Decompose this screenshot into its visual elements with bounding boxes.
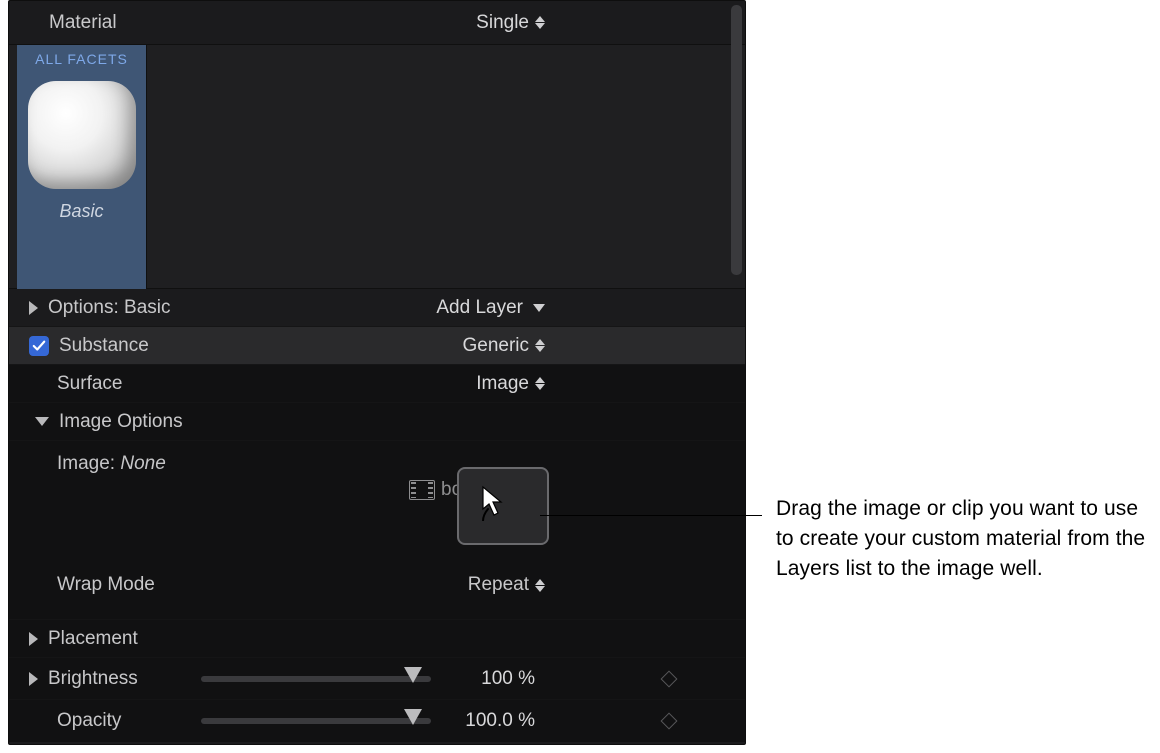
wrap-mode-row: Wrap Mode Repeat [9, 565, 745, 605]
substance-value-text: Generic [462, 335, 529, 357]
cursor-icon [477, 485, 509, 526]
material-value-select[interactable]: Single [476, 12, 545, 34]
brightness-label: Brightness [48, 668, 138, 690]
add-layer-menu[interactable]: Add Layer [436, 297, 545, 319]
image-well-row: Image: None [9, 441, 745, 475]
material-row: Material Single [9, 1, 745, 45]
material-value-text: Single [476, 12, 529, 34]
surface-value-text: Image [476, 373, 529, 395]
slider-thumb-icon[interactable] [404, 709, 422, 725]
slider-thumb-icon[interactable] [404, 667, 422, 683]
callout-text: Drag the image or clip you want to use t… [776, 494, 1146, 583]
disclosure-right-icon[interactable] [29, 301, 38, 315]
keyframe-icon[interactable] [661, 670, 678, 687]
updown-icon [535, 16, 545, 29]
facet-preview-icon [28, 81, 136, 189]
substance-label: Substance [59, 335, 149, 357]
substance-row: Substance Generic [9, 327, 745, 365]
substance-checkbox[interactable] [29, 336, 49, 356]
opacity-row: Opacity 100.0 % [9, 700, 745, 742]
surface-value-select[interactable]: Image [476, 373, 545, 395]
surface-row: Surface Image [9, 365, 745, 403]
scroll-thumb[interactable] [731, 5, 742, 275]
substance-value-select[interactable]: Generic [462, 335, 545, 357]
updown-icon [535, 377, 545, 390]
image-value-none: None [120, 453, 165, 474]
surface-label: Surface [57, 373, 122, 395]
callout-leader-line [540, 515, 762, 516]
wrap-mode-select[interactable]: Repeat [468, 574, 545, 596]
facet-thumb-selected[interactable]: ALL FACETS Basic [17, 45, 147, 289]
image-options-row: Image Options [9, 403, 745, 441]
options-row: Options: Basic Add Layer [9, 289, 745, 327]
keyframe-icon[interactable] [661, 713, 678, 730]
facet-area: ALL FACETS Basic [9, 45, 745, 289]
image-label-group: Image: None [57, 453, 166, 475]
placement-row: Placement [9, 620, 745, 658]
inspector-panel: Material Single ALL FACETS Basic Options… [8, 0, 746, 745]
disclosure-down-icon[interactable] [35, 417, 49, 426]
updown-icon [535, 579, 545, 592]
wrap-mode-value-text: Repeat [468, 574, 529, 596]
image-options-label: Image Options [59, 411, 183, 433]
wrap-mode-label: Wrap Mode [57, 574, 155, 596]
placement-label: Placement [48, 628, 138, 650]
facet-tab-label: ALL FACETS [17, 45, 146, 71]
opacity-label: Opacity [57, 710, 121, 732]
disclosure-right-icon[interactable] [29, 672, 38, 686]
add-layer-label: Add Layer [436, 297, 523, 319]
brightness-value[interactable]: 100 % [481, 668, 535, 690]
options-label: Options: Basic [48, 297, 171, 319]
image-label-text: Image: [57, 453, 115, 474]
image-options-body: Image: None bozeman Wrap Mode R [9, 441, 745, 620]
updown-icon [535, 339, 545, 352]
chevron-down-icon [533, 304, 545, 312]
material-label: Material [49, 12, 117, 34]
opacity-value[interactable]: 100.0 % [465, 710, 535, 732]
clip-icon [409, 480, 435, 500]
opacity-slider[interactable] [201, 718, 431, 724]
brightness-slider[interactable] [201, 676, 431, 682]
brightness-row: Brightness 100 % [9, 658, 745, 700]
image-well-wrap: bozeman [9, 475, 745, 565]
disclosure-right-icon[interactable] [29, 632, 38, 646]
scrollbar[interactable] [731, 5, 742, 735]
facet-name-label: Basic [59, 201, 103, 222]
